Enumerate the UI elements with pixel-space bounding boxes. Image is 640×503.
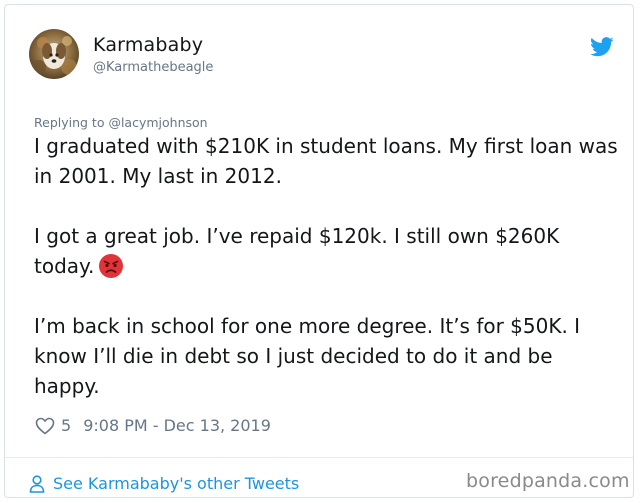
- heart-outline-icon[interactable]: [35, 417, 55, 435]
- author-handle[interactable]: @Karmathebeagle: [93, 60, 213, 75]
- tweet-paragraph-3: I’m back in school for one more degree. …: [34, 314, 581, 398]
- like-count[interactable]: 5: [61, 416, 71, 435]
- person-icon: [29, 474, 45, 493]
- twitter-bird-icon[interactable]: [590, 37, 614, 57]
- tweet-body: I graduated with $210K in student loans.…: [34, 131, 624, 401]
- tweet-paragraph-1: I graduated with $210K in student loans.…: [34, 134, 618, 188]
- replying-to-label[interactable]: Replying to @lacymjohnson: [34, 115, 208, 130]
- tweet-paragraph-2: I got a great job. I’ve repaid $120k. I …: [34, 221, 624, 281]
- avatar[interactable]: [29, 29, 79, 79]
- angry-face-emoji: [98, 253, 124, 279]
- tweet-meta: 5 9:08 PM - Dec 13, 2019: [35, 416, 271, 435]
- see-other-tweets-link[interactable]: See Karmababy's other Tweets: [29, 474, 299, 493]
- boredpanda-watermark: boredpanda.com: [466, 470, 630, 492]
- author-display-name[interactable]: Karmababy: [93, 34, 203, 56]
- tweet-card: Karmababy @Karmathebeagle Replying to @l…: [4, 4, 634, 498]
- footer-divider: [5, 457, 633, 458]
- tweet-timestamp[interactable]: 9:08 PM - Dec 13, 2019: [83, 416, 271, 435]
- see-other-tweets-label[interactable]: See Karmababy's other Tweets: [53, 474, 299, 493]
